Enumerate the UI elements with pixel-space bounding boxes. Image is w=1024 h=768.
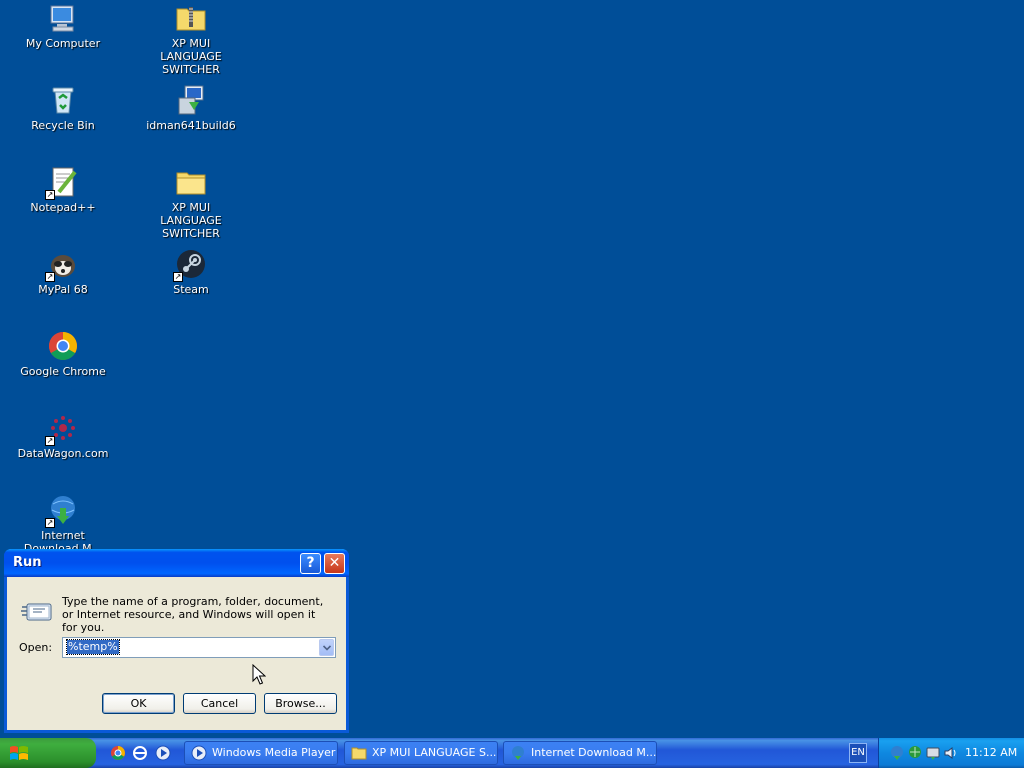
safely-remove-hardware-icon[interactable] xyxy=(925,745,941,761)
open-combobox[interactable]: %temp% xyxy=(62,637,336,658)
desktop-icon-label: idman641build6 xyxy=(146,119,236,132)
desktop-icon-label: Notepad++ xyxy=(30,201,96,214)
desktop-icon-label: DataWagon.com xyxy=(17,447,109,460)
desktop-icon-idman-installer[interactable]: idman641build6 xyxy=(141,84,241,132)
desktop-icon-xp-mui-folder[interactable]: XP MUI LANGUAGE SWITCHER xyxy=(141,166,241,240)
taskbar-item-xp-mui-folder[interactable]: XP MUI LANGUAGE S... xyxy=(344,741,498,765)
run-icon xyxy=(21,596,53,628)
media-player-icon xyxy=(191,745,207,761)
idm-tray-icon[interactable] xyxy=(889,745,905,761)
desktop-icon-datawagon[interactable]: ↗ DataWagon.com xyxy=(13,412,113,460)
shortcut-arrow-icon: ↗ xyxy=(45,436,55,446)
mouse-cursor-icon xyxy=(252,664,266,685)
close-button[interactable]: ✕ xyxy=(324,553,345,574)
desktop-icon-chrome[interactable]: Google Chrome xyxy=(13,330,113,378)
chrome-icon[interactable] xyxy=(110,745,126,761)
desktop-icon-recycle-bin[interactable]: Recycle Bin xyxy=(13,84,113,132)
desktop-icon-mypal[interactable]: ↗ MyPal 68 xyxy=(13,248,113,296)
web-shortcut-icon: ↗ xyxy=(45,412,79,446)
desktop-icon-notepad-plus[interactable]: ↗ Notepad++ xyxy=(13,166,113,214)
run-dialog-title: Run xyxy=(13,555,42,570)
idm-icon: ↗ xyxy=(45,494,79,528)
ok-button[interactable]: OK xyxy=(102,693,175,714)
desktop-icon-label: XP MUI LANGUAGE SWITCHER xyxy=(160,37,222,76)
clock[interactable]: 11:12 AM xyxy=(965,746,1017,759)
computer-icon xyxy=(47,2,79,34)
desktop-icon-label: MyPal 68 xyxy=(38,283,88,296)
shortcut-arrow-icon: ↗ xyxy=(45,518,55,528)
desktop-icon-label: My Computer xyxy=(25,37,101,50)
shortcut-arrow-icon: ↗ xyxy=(45,190,55,200)
network-icon[interactable] xyxy=(907,745,923,761)
mypal-icon: ↗ xyxy=(45,248,79,282)
desktop-icon-label: Steam xyxy=(173,283,209,296)
start-button[interactable] xyxy=(0,738,96,768)
shortcut-arrow-icon: ↗ xyxy=(173,272,183,282)
browse-button[interactable]: Browse... xyxy=(264,693,337,714)
chevron-down-icon[interactable] xyxy=(319,639,334,656)
idm-icon xyxy=(512,746,524,760)
desktop-icon-label: Recycle Bin xyxy=(31,119,95,132)
cancel-button[interactable]: Cancel xyxy=(183,693,256,714)
open-input[interactable]: %temp% xyxy=(66,639,120,655)
notepad-plus-icon: ↗ xyxy=(45,166,79,200)
shortcut-arrow-icon: ↗ xyxy=(45,272,55,282)
folder-icon xyxy=(175,166,207,198)
volume-icon[interactable] xyxy=(943,745,959,761)
windows-logo-icon xyxy=(10,746,28,760)
open-label: Open: xyxy=(19,641,53,654)
chrome-icon xyxy=(47,330,79,362)
desktop-icon-label: XP MUI LANGUAGE SWITCHER xyxy=(160,201,222,240)
recycle-bin-icon xyxy=(47,84,79,116)
taskbar-item-idm[interactable]: Internet Download M... xyxy=(503,741,657,765)
run-dialog: Run ? ✕ Type the name of a program, fold… xyxy=(4,549,349,733)
media-player-icon[interactable] xyxy=(155,745,171,761)
folder-icon xyxy=(351,747,367,760)
language-indicator[interactable]: EN xyxy=(849,743,867,763)
desktop-icon-my-computer[interactable]: My Computer xyxy=(13,2,113,50)
run-description: Type the name of a program, folder, docu… xyxy=(62,595,324,634)
desktop-icon-label: Google Chrome xyxy=(20,365,106,378)
desktop-icon-xp-mui-zip[interactable]: XP MUI LANGUAGE SWITCHER xyxy=(141,2,241,76)
help-button[interactable]: ? xyxy=(300,553,321,574)
installer-icon xyxy=(175,84,207,116)
taskbar-item-label: Internet Download M... xyxy=(531,746,657,759)
taskbar-item-media-player[interactable]: Windows Media Player xyxy=(184,741,338,765)
run-dialog-titlebar[interactable]: Run ? ✕ xyxy=(4,549,349,577)
desktop-icon-idm[interactable]: ↗ Internet Download M... xyxy=(13,494,113,555)
taskbar: Windows Media Player XP MUI LANGUAGE S..… xyxy=(0,738,1024,768)
desktop-icon-steam[interactable]: ↗ Steam xyxy=(141,248,241,296)
zip-folder-icon xyxy=(175,2,207,34)
internet-explorer-icon[interactable] xyxy=(132,745,148,761)
steam-icon: ↗ xyxy=(173,248,207,282)
taskbar-item-label: Windows Media Player xyxy=(212,746,336,759)
taskbar-item-label: XP MUI LANGUAGE S... xyxy=(372,746,497,759)
system-tray: 11:12 AM xyxy=(878,738,1024,768)
